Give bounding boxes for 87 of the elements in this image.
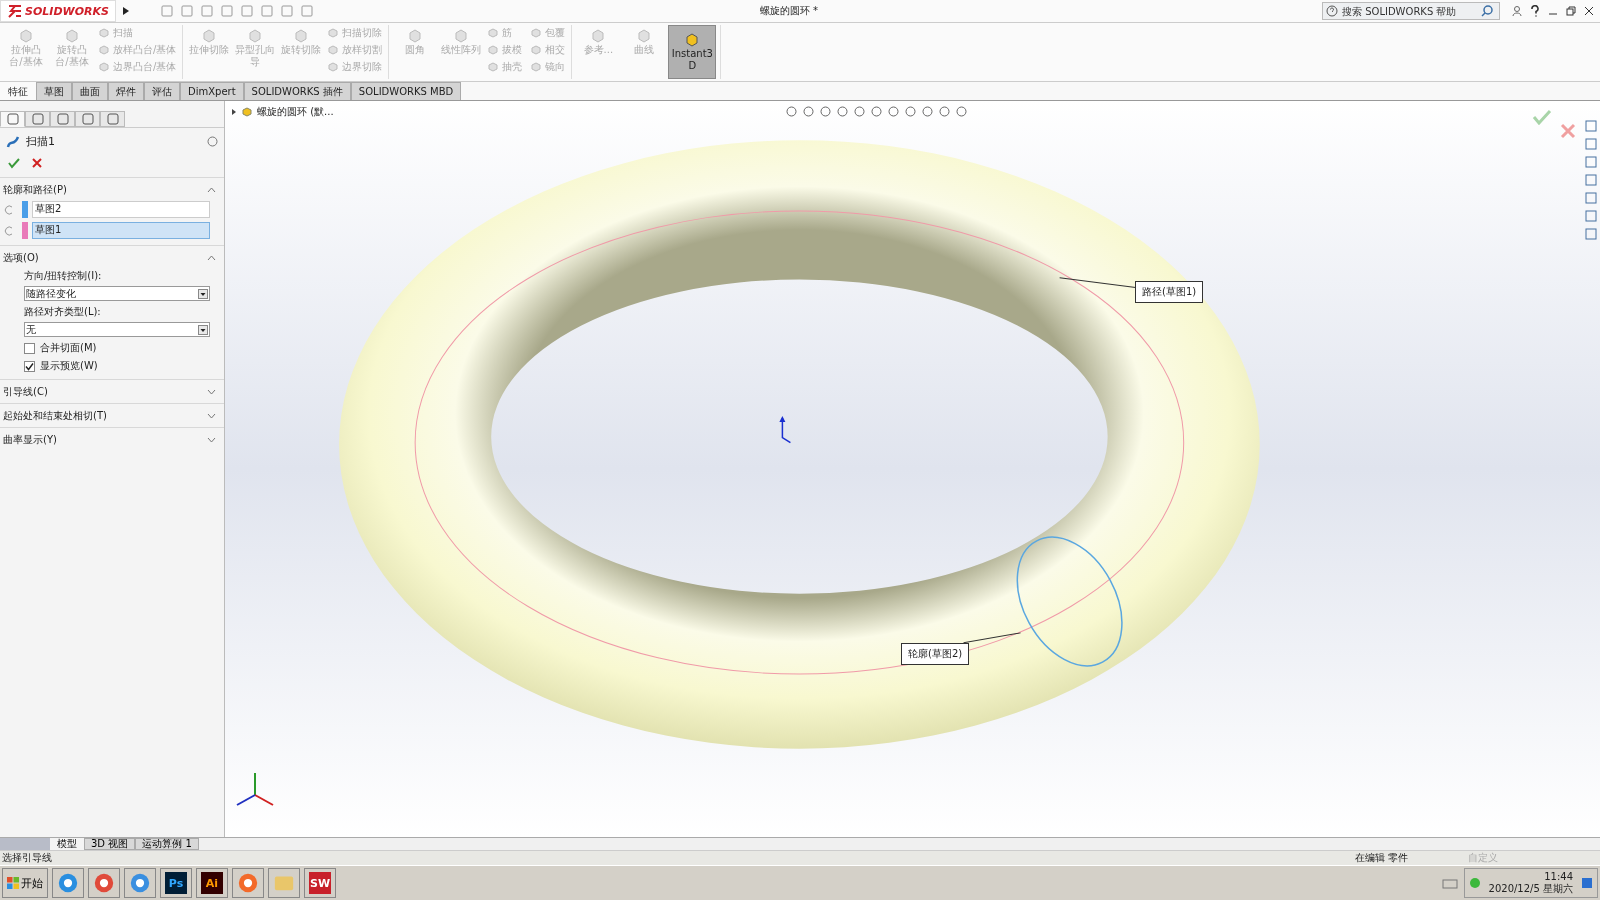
dropdown[interactable]: 无 <box>24 322 210 337</box>
status-message: 选择引导线 <box>2 851 52 865</box>
ribbon-tab[interactable]: 草图 <box>36 82 72 100</box>
tree-item[interactable]: 螺旋的圆环 (默... <box>257 105 334 119</box>
windows-logo-icon <box>7 877 19 889</box>
panel-tab[interactable] <box>100 111 125 127</box>
ribbon-tab[interactable]: 曲面 <box>72 82 108 100</box>
show-desktop-icon[interactable] <box>1581 876 1593 890</box>
feature-title: 扫描1 <box>26 134 55 149</box>
panel-tab[interactable] <box>0 111 25 127</box>
task-pane-icon[interactable] <box>1584 119 1598 133</box>
field-label: 方向/扭转控制(I): <box>24 269 103 283</box>
taskbar-app-button[interactable] <box>52 868 84 898</box>
taskbar-app-button[interactable] <box>268 868 300 898</box>
ribbon-tab[interactable]: 焊件 <box>108 82 144 100</box>
ribbon-tab[interactable]: DimXpert <box>180 82 244 100</box>
model-tab[interactable]: 3D 视图 <box>84 838 136 850</box>
caret-icon[interactable] <box>207 187 216 193</box>
taskbar-app-button[interactable]: SW <box>304 868 336 898</box>
caret-icon[interactable] <box>207 437 216 443</box>
ribbon-tab[interactable]: 评估 <box>144 82 180 100</box>
task-pane-icon[interactable] <box>1584 137 1598 151</box>
checkbox-label: 合并切面(M) <box>40 341 97 355</box>
app-icon <box>237 871 259 895</box>
task-pane-icon[interactable] <box>1584 191 1598 205</box>
panel-icon <box>31 113 44 125</box>
clock-time: 11:44 <box>1544 870 1573 882</box>
task-pane-icon[interactable] <box>1584 155 1598 169</box>
panel-icon <box>6 113 19 125</box>
search-icon[interactable] <box>1480 4 1494 18</box>
section-title: 轮廓和路径(P) <box>3 183 67 197</box>
selection-field[interactable]: 草图2 <box>32 201 210 218</box>
caret-icon[interactable] <box>207 255 216 261</box>
sweep-icon <box>6 134 20 149</box>
selection-field[interactable]: 草图1 <box>32 222 210 239</box>
window-title: 螺旋的圆环 * <box>759 4 820 18</box>
app-icon <box>129 871 151 895</box>
sketch-callout: 轮廓(草图2) <box>901 643 970 665</box>
field-label: 路径对齐类型(L): <box>24 305 102 319</box>
caret-icon[interactable] <box>207 389 216 395</box>
task-pane-icon[interactable] <box>1584 227 1598 241</box>
app-name: SOLIDWORKS <box>25 4 109 18</box>
checkbox-label: 显示预览(W) <box>40 359 98 373</box>
taskbar-app-button[interactable] <box>88 868 120 898</box>
taskbar-app-button[interactable]: Ai <box>196 868 228 898</box>
app-icon <box>93 871 115 895</box>
app-icon <box>57 871 79 895</box>
triad-icon <box>779 416 792 444</box>
panel-tab[interactable] <box>75 111 100 127</box>
taskbar-app-button[interactable] <box>232 868 264 898</box>
search-field[interactable]: 搜索 SOLIDWORKS 帮助 <box>1322 2 1500 20</box>
leader-line <box>963 632 1022 644</box>
panel-icon <box>81 113 94 125</box>
part-icon <box>241 106 253 118</box>
checkbox[interactable] <box>24 342 35 354</box>
check-icon[interactable] <box>8 157 20 169</box>
panel-icon <box>56 113 69 125</box>
section-title: 曲率显示(Y) <box>3 433 57 447</box>
panel-tab[interactable] <box>50 111 75 127</box>
start-button[interactable]: 开始 <box>2 868 48 898</box>
section-title: 引导线(C) <box>3 385 48 399</box>
task-pane-icon[interactable] <box>1584 209 1598 223</box>
close-icon[interactable] <box>1584 6 1594 16</box>
ribbon-tab[interactable]: SOLIDWORKS 插件 <box>243 82 351 100</box>
expand-arrow-icon[interactable] <box>231 108 237 116</box>
expand-arrow-icon[interactable] <box>121 6 130 16</box>
ribbon-button[interactable]: Instant3D <box>668 25 717 79</box>
status-mode: 在编辑 零件 <box>1354 851 1408 865</box>
sketch-callout: 路径(草图1) <box>1135 281 1204 303</box>
check-icon[interactable] <box>1532 109 1552 125</box>
user-icon[interactable] <box>1512 5 1522 17</box>
taskbar-app-button[interactable]: Ps <box>160 868 192 898</box>
clock-date: 2020/12/5 星期六 <box>1488 881 1573 896</box>
logo-icon <box>7 4 23 18</box>
restore-icon[interactable] <box>1566 6 1576 16</box>
taskbar-app-button[interactable] <box>124 868 156 898</box>
task-pane-icon[interactable] <box>1584 173 1598 187</box>
checkbox[interactable] <box>24 360 35 372</box>
panel-icon <box>106 113 119 125</box>
section-title: 起始处和结束处相切(T) <box>3 409 107 423</box>
model-tab[interactable]: 运动算例 1 <box>135 838 199 850</box>
panel-tab[interactable] <box>25 111 50 127</box>
section-title: 选项(O) <box>3 251 39 265</box>
ribbon-tab[interactable]: SOLIDWORKS MBD <box>350 82 462 100</box>
dropdown[interactable]: 随路径变化 <box>24 286 210 301</box>
model-tab[interactable]: 模型 <box>50 838 84 850</box>
caret-icon[interactable] <box>207 413 216 419</box>
